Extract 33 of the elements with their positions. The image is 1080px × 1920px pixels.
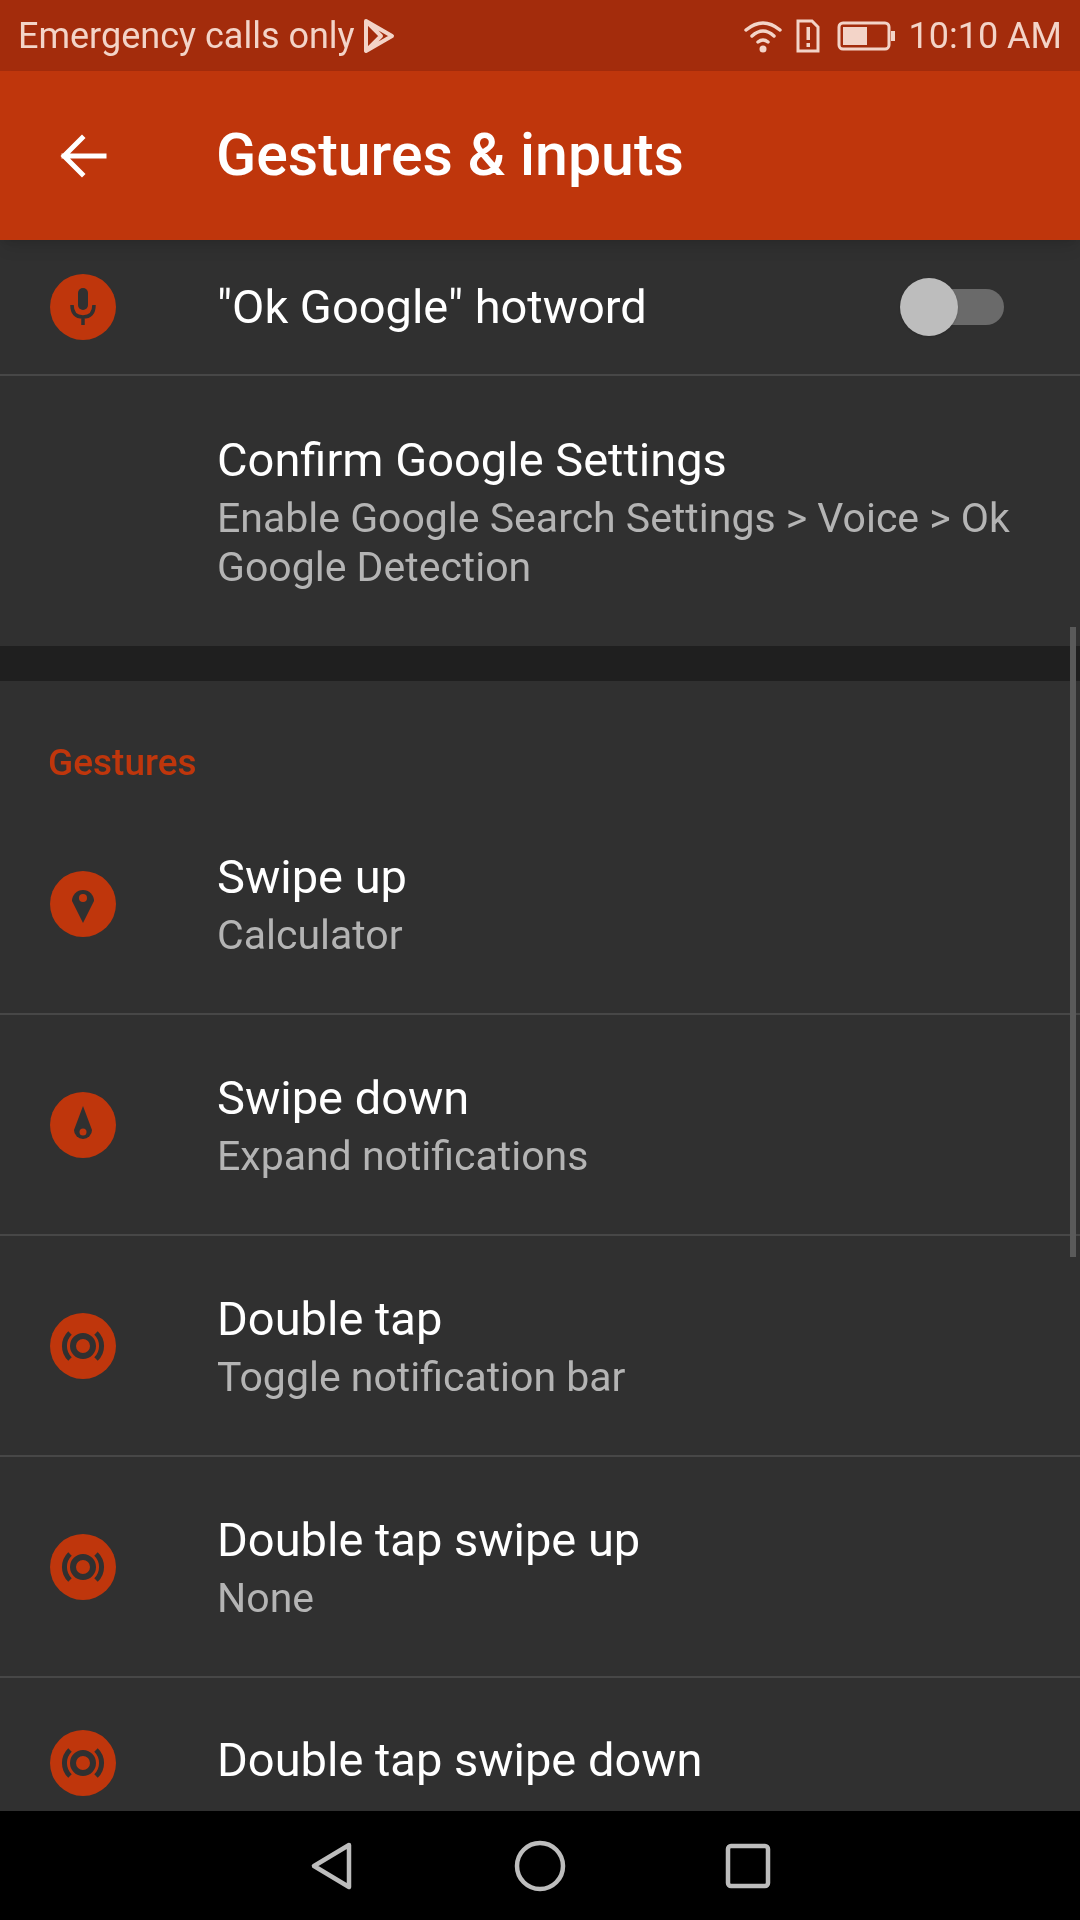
setting-summary: Expand notifications — [217, 1132, 590, 1181]
vibrate-ring-icon — [49, 1730, 116, 1796]
sim-alert-icon — [794, 17, 821, 54]
setting-title: "Ok Google" hotword — [217, 278, 648, 336]
microphone-icon — [49, 274, 116, 340]
settings-row[interactable]: Double tap swipe down — [0, 1678, 1080, 1811]
section-header: Gestures — [48, 739, 197, 786]
drop-icon — [49, 1091, 116, 1158]
carrier-text: Emergency calls only — [18, 13, 355, 59]
vibrate-ring-icon — [49, 1312, 116, 1379]
play-store-icon — [362, 17, 395, 54]
setting-title: Swipe up — [217, 848, 408, 906]
setting-title: Double tap swipe up — [217, 1511, 642, 1569]
settings-row[interactable]: Double tap swipe up None — [0, 1457, 1080, 1678]
recents-nav-icon[interactable] — [724, 1842, 771, 1889]
setting-summary: None — [217, 1574, 315, 1623]
settings-row[interactable]: Confirm Google Settings Enable Google Search Settings > Voice > Ok Google Detection — [0, 376, 1080, 646]
settings-row[interactable]: "Ok Google" hotword — [0, 240, 1080, 376]
setting-title: Swipe down — [217, 1069, 471, 1127]
setting-title: Confirm Google Settings — [217, 431, 728, 489]
battery-icon — [836, 19, 897, 52]
settings-row[interactable]: Double tap Toggle notification bar — [0, 1236, 1080, 1457]
setting-summary: Calculator — [217, 911, 404, 960]
setting-title: Double tap — [217, 1290, 444, 1348]
setting-title: Double tap swipe down — [217, 1731, 704, 1789]
home-nav-icon[interactable] — [514, 1839, 566, 1892]
vibrate-ring-icon — [49, 1533, 116, 1600]
map-pin-icon — [49, 870, 116, 937]
screen-title: Gestures & inputs — [216, 119, 684, 192]
wifi-icon — [742, 18, 783, 53]
setting-summary: Toggle notification bar — [217, 1353, 627, 1402]
clock-text: 10:10 AM — [908, 13, 1062, 59]
setting-summary: Enable Google Search Settings > Voice > Ok Google Detection — [217, 494, 1011, 592]
